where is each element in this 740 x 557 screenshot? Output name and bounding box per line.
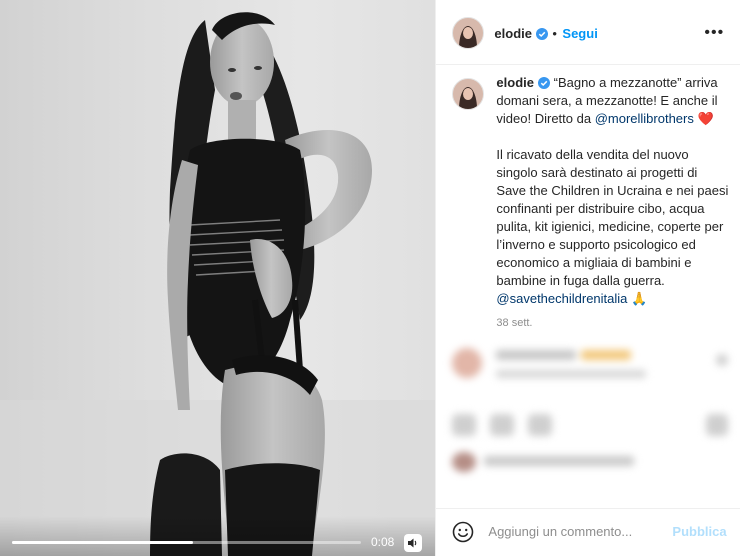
more-options-button[interactable]: •••: [704, 24, 724, 42]
blurred-comments-area: [436, 336, 740, 496]
blurred-avatar: [452, 452, 477, 472]
comment-composer: Pubblica: [436, 508, 740, 557]
publish-button[interactable]: Pubblica: [672, 524, 726, 539]
volume-button[interactable]: [404, 534, 422, 552]
blurred-comment-icon: [490, 414, 515, 436]
mention-savethechildrenitalia[interactable]: @savethechildrenitalia: [496, 291, 627, 306]
video-time: 0:08: [371, 535, 395, 549]
caption-body: elodie “Bagno a mezzanotte” arriva doman…: [496, 74, 728, 332]
blurred-heart-icon: [452, 414, 477, 436]
verified-badge-icon: [535, 28, 548, 40]
caption-part-2: Il ricavato della vendita del nuovo sing…: [496, 147, 729, 288]
blurred-text: [496, 350, 577, 360]
instagram-post-window: 0:08 elodie • Segui ••• elodie “Bagno a …: [0, 0, 740, 556]
verified-badge-icon: [537, 77, 550, 89]
progress-fill: [12, 541, 194, 544]
post-side-panel: elodie • Segui ••• elodie “Bagno a mezza…: [435, 0, 740, 556]
header-username[interactable]: elodie: [494, 26, 548, 41]
pray-emoji: 🙏: [631, 291, 648, 306]
caption-username[interactable]: elodie: [496, 75, 534, 90]
video-frame: [0, 12, 436, 556]
post-header: elodie • Segui •••: [436, 0, 740, 65]
caption-text: elodie “Bagno a mezzanotte” arriva doman…: [496, 74, 728, 308]
blurred-save-icon: [706, 414, 729, 436]
speaker-icon: [408, 538, 417, 548]
blurred-text: [484, 456, 635, 466]
blurred-share-icon: [528, 414, 553, 436]
profile-picture: [453, 79, 484, 109]
video-player[interactable]: 0:08: [0, 0, 436, 556]
follow-button[interactable]: Segui: [562, 26, 597, 41]
post-time-ago[interactable]: 38 sett.: [496, 314, 728, 332]
blurred-like-icon: [716, 354, 729, 366]
blurred-text: [496, 370, 647, 378]
progress-bar[interactable]: [12, 541, 361, 544]
smiley-icon[interactable]: [452, 521, 474, 543]
blurred-avatar: [452, 348, 483, 378]
video-controls: 0:08: [0, 516, 436, 556]
avatar[interactable]: [452, 17, 485, 49]
caption-avatar[interactable]: [452, 78, 485, 110]
heart-emoji: ❤️: [697, 111, 714, 126]
profile-picture: [453, 18, 484, 48]
blurred-emoji: [581, 350, 632, 360]
separator-dot: •: [552, 26, 557, 41]
mention-morellibrothers[interactable]: @morellibrothers: [595, 111, 694, 126]
comment-input[interactable]: [486, 523, 661, 540]
